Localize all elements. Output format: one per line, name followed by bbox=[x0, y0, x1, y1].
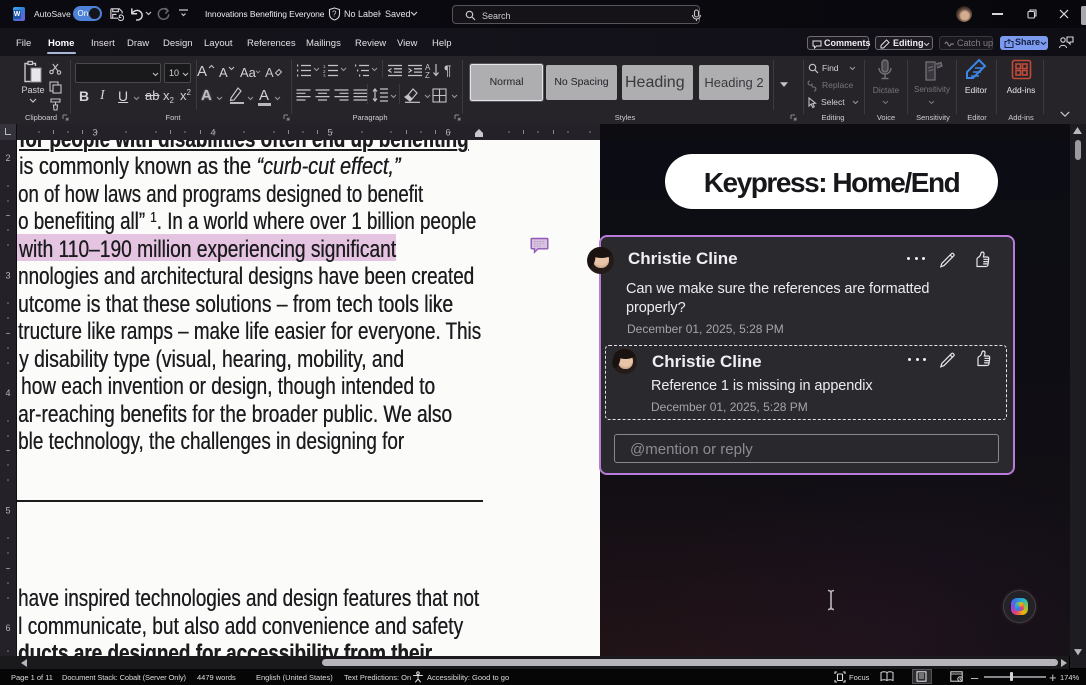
svg-text:4: 4 bbox=[210, 128, 215, 138]
svg-text:Z: Z bbox=[425, 71, 430, 78]
svg-text:6: 6 bbox=[445, 128, 450, 138]
svg-text:2: 2 bbox=[5, 153, 10, 163]
svg-text:6: 6 bbox=[5, 623, 10, 633]
svg-text:5: 5 bbox=[327, 128, 332, 138]
svg-text:?: ? bbox=[332, 10, 337, 19]
svg-text:5: 5 bbox=[5, 506, 10, 516]
svg-text:3: 3 bbox=[323, 74, 326, 78]
svg-text:A: A bbox=[265, 65, 274, 78]
svg-text:3: 3 bbox=[92, 128, 97, 138]
svg-text:4: 4 bbox=[5, 388, 10, 398]
svg-text:3: 3 bbox=[5, 271, 10, 281]
